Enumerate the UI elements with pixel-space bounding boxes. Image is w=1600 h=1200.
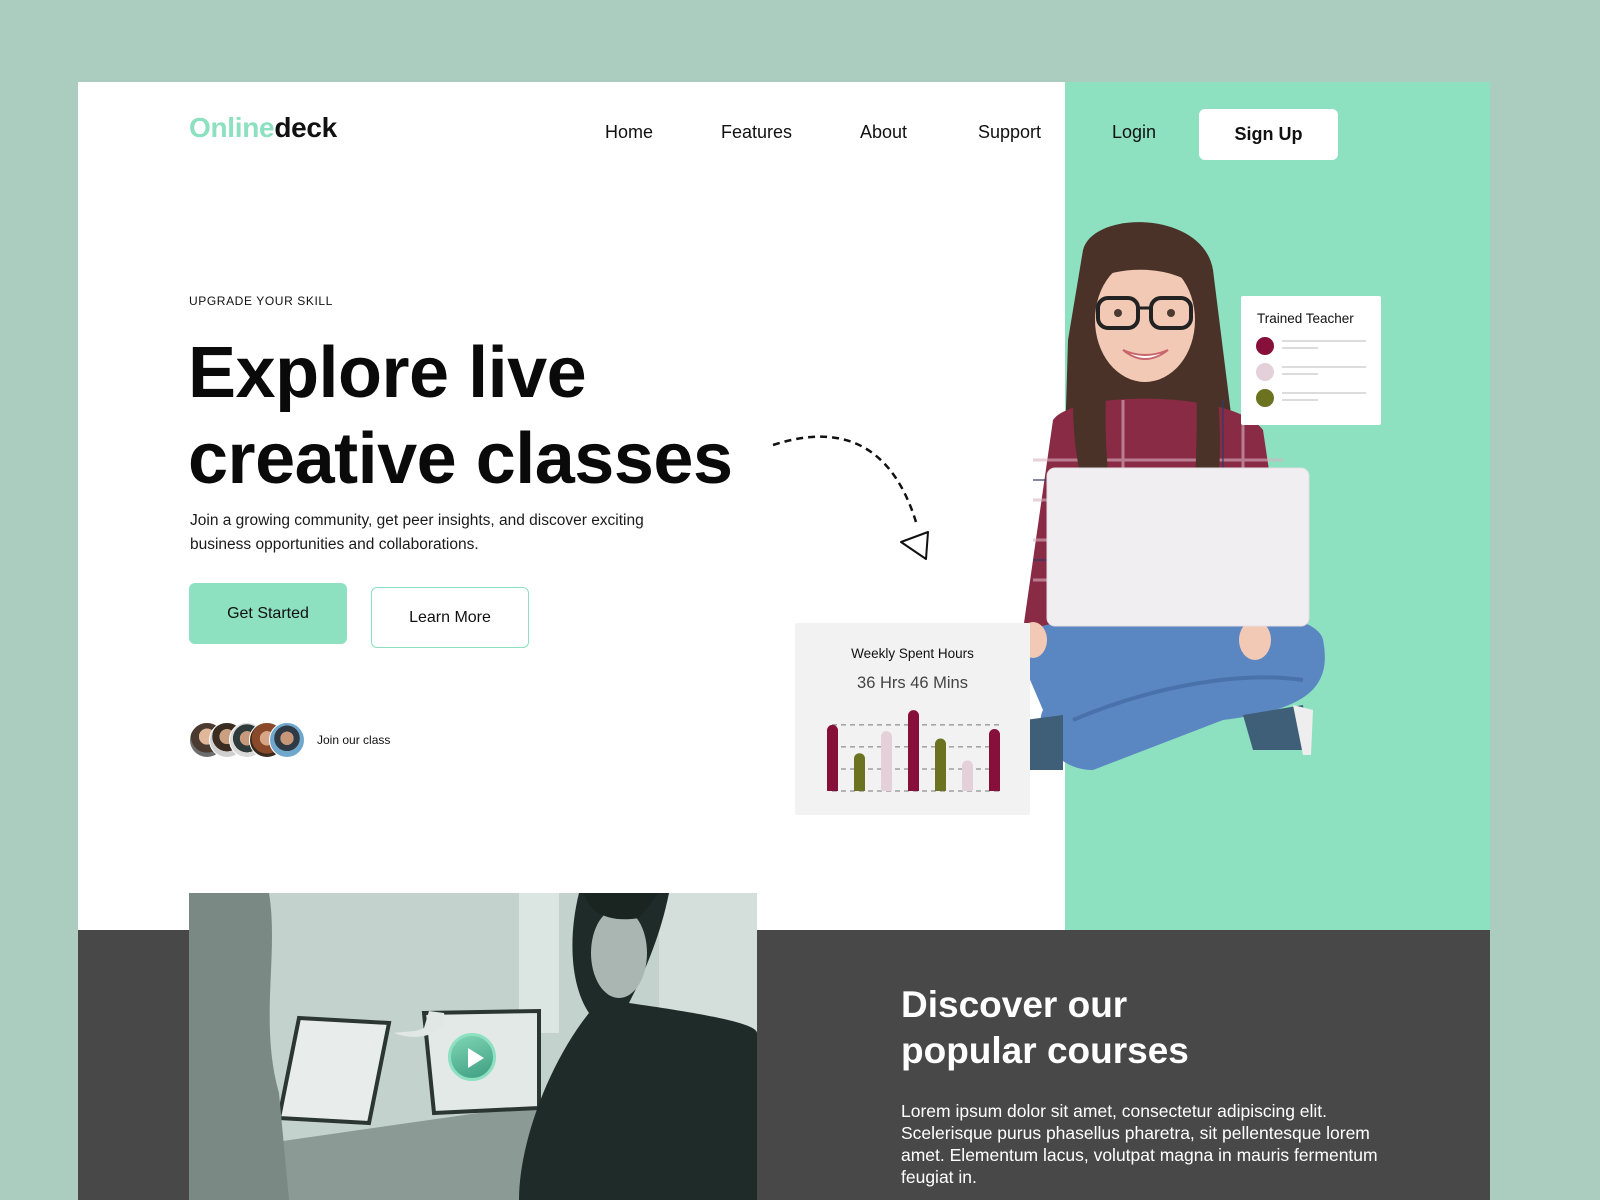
placeholder-line — [1282, 340, 1366, 342]
courses-description: Lorem ipsum dolor sit amet, consectetur … — [901, 1101, 1378, 1187]
placeholder-line — [1282, 366, 1366, 368]
chart-bar-3 — [881, 731, 892, 791]
weekly-bar-chart — [827, 710, 1000, 792]
trained-teacher-card: Trained Teacher — [1241, 296, 1381, 425]
teacher-list-item — [1256, 337, 1368, 355]
logo-rest: deck — [274, 112, 337, 143]
teacher-dot — [1256, 363, 1274, 381]
avatar — [269, 722, 305, 758]
dashed-arrow-icon — [772, 435, 929, 560]
teacher-dot — [1256, 389, 1274, 407]
chart-bar-5 — [935, 738, 946, 791]
teacher-list-item — [1256, 389, 1368, 407]
chart-bar-4 — [908, 710, 919, 791]
chart-bar-1 — [827, 724, 838, 791]
nav-features[interactable]: Features — [721, 122, 792, 143]
courses-heading-line-1: Discover our — [901, 984, 1128, 1025]
logo[interactable]: Onlinedeck — [189, 112, 337, 144]
headline-line-2: creative classes — [188, 419, 733, 499]
learn-more-button[interactable]: Learn More — [371, 587, 529, 648]
teacher-list-item — [1256, 363, 1368, 381]
teacher-dot — [1256, 337, 1274, 355]
weekly-hours-card: Weekly Spent Hours 36 Hrs 46 Mins — [795, 623, 1030, 815]
nav-about[interactable]: About — [860, 122, 907, 143]
join-class-label: Join our class — [317, 733, 391, 747]
chart-bar-7 — [989, 729, 1000, 791]
play-video-button[interactable] — [448, 1033, 496, 1081]
hero-headline: Explore live creative classes — [188, 330, 733, 502]
hero-subtext: Join a growing community, get peer insig… — [190, 512, 644, 553]
headline-line-1: Explore live — [188, 333, 587, 413]
logo-accent: Online — [189, 112, 275, 143]
hero-eyebrow: UPGRADE YOUR SKILL — [189, 294, 333, 308]
nav-home[interactable]: Home — [605, 122, 653, 143]
nav-support[interactable]: Support — [978, 122, 1041, 143]
placeholder-line — [1282, 399, 1318, 401]
courses-heading-line-2: popular courses — [901, 1030, 1189, 1071]
get-started-button[interactable]: Get Started — [189, 583, 347, 644]
chart-bar-6 — [962, 760, 973, 791]
avatar-group[interactable] — [189, 722, 305, 758]
placeholder-line — [1282, 373, 1318, 375]
course-video-thumbnail[interactable] — [189, 893, 757, 1200]
teacher-card-title: Trained Teacher — [1257, 311, 1354, 326]
signup-button[interactable]: Sign Up — [1199, 109, 1338, 160]
landing-page: Onlinedeck Home Features About Support L… — [78, 82, 1490, 1200]
placeholder-line — [1282, 347, 1318, 349]
nav-login[interactable]: Login — [1112, 122, 1156, 143]
placeholder-line — [1282, 392, 1366, 394]
chart-bar-2 — [854, 753, 865, 791]
courses-heading: Discover our popular courses — [901, 982, 1189, 1074]
